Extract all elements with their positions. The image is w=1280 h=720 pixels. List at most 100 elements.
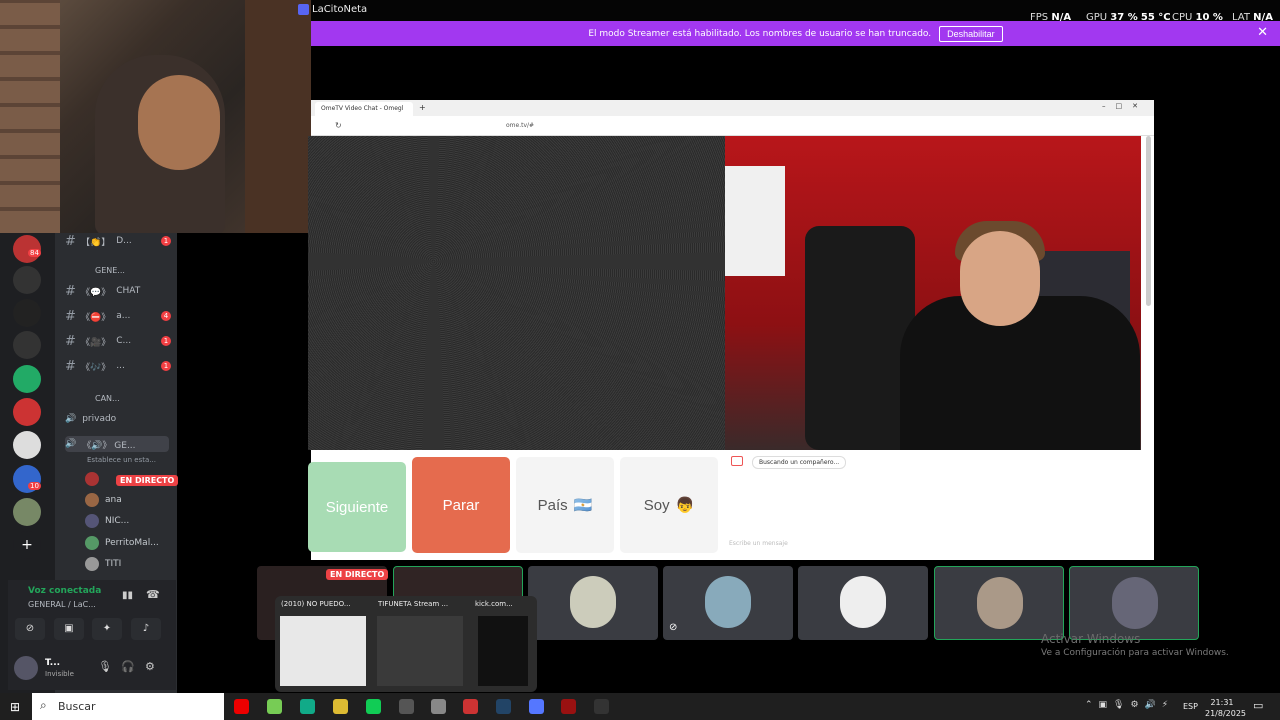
voice-channel-general[interactable]: 🔊 《🔊》 GE... — [65, 436, 169, 452]
activate-windows-title: Activar Windows — [1041, 632, 1141, 646]
participant-tile[interactable] — [528, 566, 658, 640]
disconnect-icon[interactable]: ☎ — [146, 588, 160, 601]
unread-badge: 4 — [161, 311, 171, 321]
language-indicator[interactable]: ESP — [1183, 702, 1198, 711]
store-icon[interactable] — [431, 699, 446, 714]
reload-icon[interactable]: ↻ — [335, 121, 342, 130]
preview-window-title[interactable]: (2010) NO PUEDO... — [281, 600, 373, 608]
streamer-webcam — [0, 0, 311, 233]
server-icon[interactable] — [13, 365, 41, 393]
chat-icon — [731, 456, 743, 466]
windows-start-icon[interactable]: ⊞ — [10, 700, 20, 714]
server-icon[interactable] — [13, 266, 41, 294]
channel-category[interactable]: CAN... — [95, 390, 205, 406]
voice-user[interactable] — [85, 471, 99, 487]
soundboard-icon[interactable]: ♪ — [131, 618, 161, 640]
new-tab-icon[interactable]: + — [419, 103, 426, 112]
avatar — [85, 536, 99, 550]
stop-button[interactable]: Parar — [412, 457, 510, 553]
chat-controls: Siguiente Parar País 🇦🇷 Soy 👦 — [308, 455, 726, 555]
screen-share-icon[interactable]: ▣ — [54, 618, 84, 640]
activate-windows-subtitle: Ve a Configuración para activar Windows. — [1041, 648, 1229, 658]
participant-tile[interactable] — [1069, 566, 1199, 640]
headphones-icon[interactable]: 🎧 — [121, 660, 135, 673]
server-icon[interactable] — [13, 299, 41, 327]
gender-button[interactable]: Soy 👦 — [620, 457, 718, 553]
settings-icon[interactable]: ⚙ — [145, 660, 155, 673]
system-tray-icons[interactable]: ⌃▣🎙⚙🔊⚡ — [1085, 700, 1174, 710]
server-badge: 10 — [28, 482, 41, 490]
notifications-icon[interactable]: ▭ — [1253, 699, 1263, 712]
avatar — [570, 576, 616, 628]
channel-item[interactable]: # 【👏】 D... 1 — [65, 233, 175, 249]
voice-connected-label: Voz conectada — [28, 586, 102, 596]
server-icon[interactable] — [13, 398, 41, 426]
channel-category[interactable]: GENE... — [95, 262, 205, 278]
video-off-icon[interactable]: ⊘ — [15, 618, 45, 640]
participant-tile[interactable] — [934, 566, 1064, 640]
avatar — [1112, 577, 1158, 629]
country-button[interactable]: País 🇦🇷 — [516, 457, 614, 553]
spotify-icon[interactable] — [366, 699, 381, 714]
next-button[interactable]: Siguiente — [308, 462, 406, 552]
preview-thumbnail[interactable] — [478, 616, 528, 686]
preview-window-title[interactable]: TIFUNETA Stream ... — [378, 600, 470, 608]
voice-channel-path[interactable]: GENERAL / LaC... — [28, 600, 96, 609]
remote-video-jersey — [725, 166, 785, 276]
scrollbar[interactable] — [1146, 136, 1151, 306]
app-icon[interactable] — [463, 699, 478, 714]
app-title: LaCitoNeta — [312, 4, 368, 15]
avatar[interactable] — [14, 656, 38, 680]
voice-user[interactable]: NIC... — [85, 513, 129, 529]
unread-badge: 1 — [161, 336, 171, 346]
server-icon[interactable] — [13, 331, 41, 359]
url-field[interactable]: ome.tv/# — [506, 122, 534, 129]
hash-icon: # — [65, 233, 76, 249]
edge-icon[interactable] — [300, 699, 315, 714]
preview-window-title[interactable]: kick.com... — [475, 600, 535, 608]
signal-icon[interactable]: ▮▮ — [122, 590, 133, 601]
channel-item[interactable]: # 《🎶》... 1 — [65, 358, 175, 374]
user-status: Invisible — [45, 670, 74, 678]
voice-user[interactable]: TITI — [85, 556, 121, 572]
add-server-icon[interactable]: + — [13, 531, 41, 559]
webcam-door — [245, 0, 311, 233]
steam-icon[interactable] — [496, 699, 511, 714]
address-bar: ↻ ome.tv/# — [311, 116, 1154, 136]
hash-icon: # — [65, 333, 76, 349]
participant-tile[interactable]: ⊘ — [663, 566, 793, 640]
voice-channel-private[interactable]: 🔊 privado — [65, 411, 175, 427]
channel-item[interactable]: # 《⛔》 a... 4 — [65, 308, 175, 324]
microphone-icon[interactable]: 🎙 — [98, 660, 112, 673]
discord-icon[interactable] — [529, 699, 544, 714]
copilot-icon[interactable] — [267, 699, 282, 714]
channel-item[interactable]: # 《💬》 CHAT — [65, 283, 175, 299]
clock[interactable]: 21:31 21/8/2025 — [1205, 697, 1246, 719]
taskbar-search[interactable]: ⌕ Buscar — [32, 693, 224, 720]
chat-input[interactable]: Escribe un mensaje — [729, 540, 788, 547]
youtube-icon[interactable] — [234, 699, 249, 714]
file-explorer-icon[interactable] — [333, 699, 348, 714]
browser-tab[interactable]: OmeTV Video Chat - Omegl — [315, 102, 413, 116]
preview-thumbnail[interactable] — [377, 616, 463, 686]
activity-icon[interactable]: ✦ — [92, 618, 122, 640]
server-icon[interactable] — [13, 431, 41, 459]
hash-icon: # — [65, 358, 76, 374]
disable-streamer-button[interactable]: Deshabilitar — [939, 25, 1003, 42]
close-icon[interactable]: ✕ — [1257, 25, 1268, 40]
obs-icon[interactable] — [594, 699, 609, 714]
avatar — [85, 472, 99, 486]
voice-user[interactable]: ana — [85, 492, 122, 508]
unread-badge: 1 — [161, 236, 171, 246]
server-icon[interactable] — [13, 498, 41, 526]
participant-tile[interactable] — [798, 566, 928, 640]
app-icon[interactable] — [561, 699, 576, 714]
voice-user[interactable]: PerritoMal... — [85, 535, 159, 551]
local-video-noise — [308, 136, 726, 450]
preview-thumbnail[interactable] — [280, 616, 366, 686]
chrome-icon[interactable] — [399, 699, 414, 714]
window-controls[interactable]: –□✕ — [1102, 102, 1148, 110]
server-badge: 84 — [28, 249, 41, 257]
user-name: T... — [45, 658, 61, 668]
channel-item[interactable]: # 《🎥》 C... 1 — [65, 333, 175, 349]
